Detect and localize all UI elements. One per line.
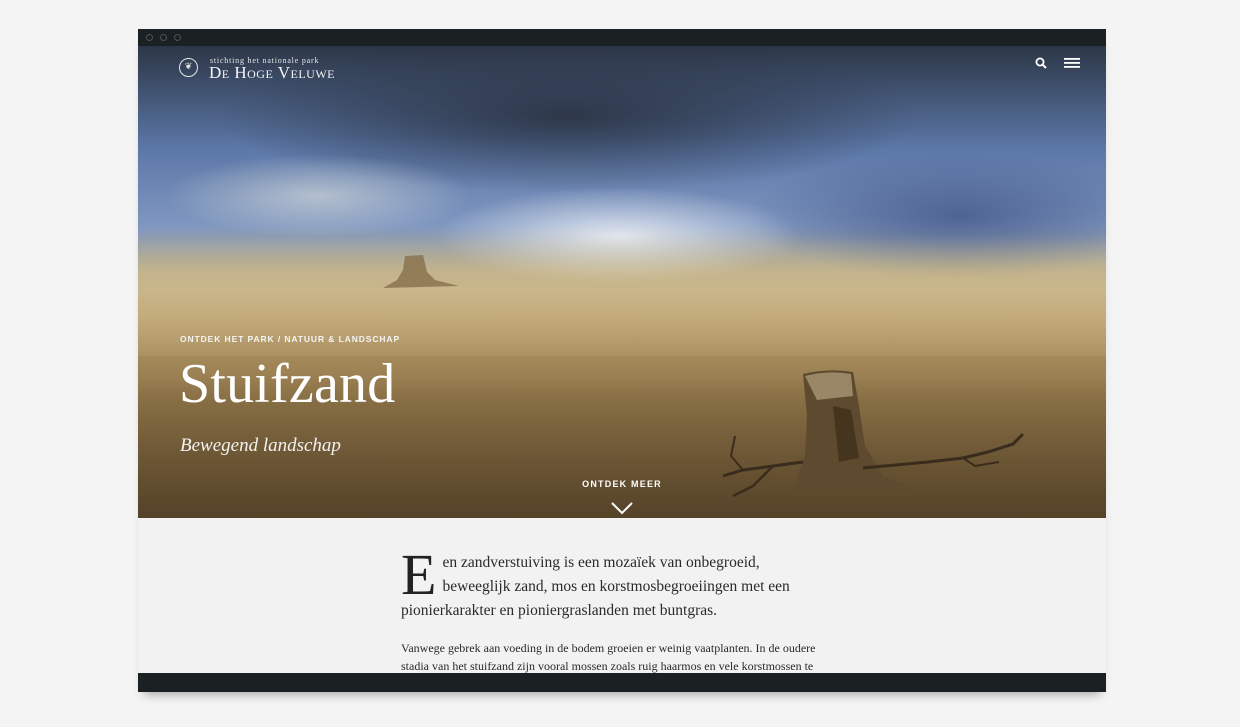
article-lead: Een zandverstuiving is een mozaïek van o… (401, 542, 831, 623)
hero-section: ❦ stichting het nationale park De Hoge V… (138, 46, 1106, 518)
logo-emblem-icon: ❦ (179, 58, 198, 77)
page-title: Stuifzand (179, 353, 396, 415)
browser-window: ❦ stichting het nationale park De Hoge V… (138, 29, 1106, 692)
browser-bottom-bar (138, 673, 1106, 692)
distant-tree-stump (383, 255, 459, 288)
drop-cap: E (401, 542, 437, 607)
breadcrumb[interactable]: ONTDEK HET PARK / NATUUR & LANDSCHAP (180, 334, 400, 344)
window-close-dot[interactable] (146, 34, 153, 41)
window-maximize-dot[interactable] (174, 34, 181, 41)
window-minimize-dot[interactable] (160, 34, 167, 41)
logo-name: De Hoge Veluwe (209, 63, 335, 82)
chevron-down-icon[interactable] (610, 501, 634, 515)
lead-text: en zandverstuiving is een mozaïek van on… (401, 554, 790, 619)
browser-titlebar (138, 29, 1106, 46)
article-body: Vanwege gebrek aan voeding in de bodem g… (401, 641, 816, 673)
article-content: Een zandverstuiving is een mozaïek van o… (138, 518, 1106, 673)
search-icon[interactable] (1035, 56, 1047, 74)
page-subtitle: Bewegend landschap (180, 435, 341, 456)
hamburger-menu-icon[interactable] (1064, 56, 1080, 74)
foreground-tree-stump (722, 370, 1025, 498)
discover-more-link[interactable]: ONTDEK MEER (572, 479, 672, 489)
